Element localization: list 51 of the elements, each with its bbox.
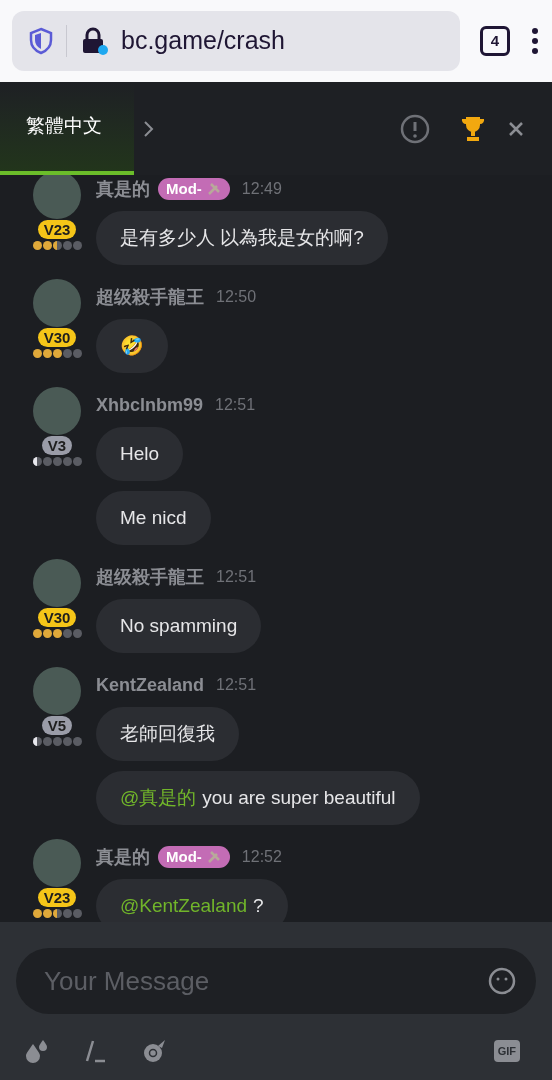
message-field[interactable]: Your Message	[16, 948, 536, 1014]
vip-badge: V30	[37, 608, 77, 627]
coin-rocket-icon[interactable]	[142, 1038, 168, 1064]
vip-badge: V3	[41, 436, 73, 455]
message-bubble: 🤣	[96, 319, 168, 373]
menu-icon[interactable]	[530, 27, 540, 55]
message-time: 12:51	[216, 675, 257, 695]
mod-badge: Mod-	[158, 846, 230, 868]
avatar-photo-placeholder[interactable]	[33, 279, 81, 327]
message-bubble: Me nicd	[96, 491, 211, 545]
message-bubble: @真是的 you are super beautiful	[96, 771, 420, 825]
message-time: 12:50	[216, 287, 257, 307]
avatar-photo-placeholder[interactable]	[33, 175, 81, 219]
slash-command-icon[interactable]	[85, 1039, 107, 1063]
mention-link[interactable]: @KentZealand	[120, 891, 248, 921]
message-time: 12:52	[241, 847, 282, 867]
close-icon[interactable]	[508, 120, 524, 137]
shield-icon	[28, 27, 54, 55]
avatar-photo-placeholder[interactable]	[33, 667, 81, 715]
avatar-photo-placeholder[interactable]	[33, 559, 81, 607]
vip-badge: V23	[37, 888, 77, 907]
vip-badge: V5	[41, 716, 73, 735]
username[interactable]: 真是的	[96, 175, 150, 203]
message-bubble: 老師回復我	[96, 707, 239, 761]
username[interactable]: KentZealand	[96, 671, 205, 699]
username[interactable]: 超级殺手龍王	[96, 283, 204, 311]
avatar-photo-placeholder[interactable]	[33, 387, 81, 435]
info-icon[interactable]	[400, 113, 430, 144]
url-text: bc.game/crash	[121, 25, 285, 57]
gif-button[interactable]: GIF	[493, 1039, 520, 1063]
message-bubble: Helo	[96, 427, 184, 481]
message-bubble: @KentZealand ?	[96, 879, 288, 922]
mod-badge: Mod-	[158, 178, 230, 200]
drops-icon[interactable]	[24, 1038, 50, 1064]
username[interactable]: Xhbclnbm99	[96, 391, 204, 419]
address-bar[interactable]: bc.game/crash	[12, 11, 460, 71]
chevron-right-icon[interactable]	[142, 118, 156, 139]
message-input[interactable]: Your Message	[44, 961, 488, 1001]
message-time: 12:51	[216, 567, 257, 587]
avatar-photo-placeholder[interactable]	[33, 839, 81, 887]
smiley-icon[interactable]	[488, 967, 516, 995]
message-time: 12:51	[215, 395, 256, 415]
tab-count-button[interactable]: 4	[480, 26, 510, 56]
vip-badge: V30	[37, 328, 77, 347]
username[interactable]: 超级殺手龍王	[96, 563, 204, 591]
mention-link[interactable]: @真是的	[120, 783, 197, 813]
username[interactable]: 真是的	[96, 843, 150, 871]
message-bubble: 是有多少人 以為我是女的啊?	[96, 211, 388, 265]
message-time: 12:49	[241, 179, 282, 199]
message-bubble: No spamming	[96, 599, 262, 653]
vip-badge: V23	[37, 220, 77, 239]
